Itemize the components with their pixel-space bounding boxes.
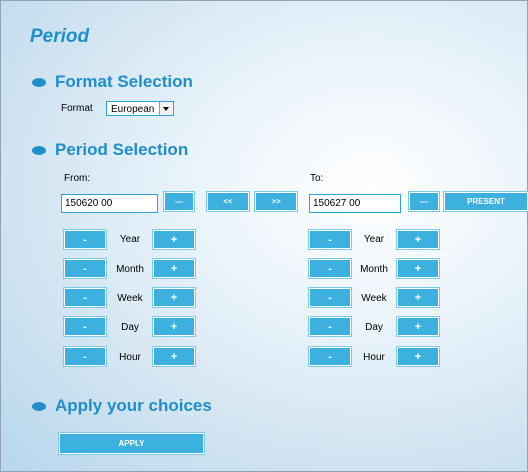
to-month-label: Month [360,264,388,275]
to-hour-minus-button[interactable]: - [309,347,351,366]
from-hour-plus-button[interactable]: + [153,347,195,366]
to-week-plus-button[interactable]: + [397,288,439,307]
to-day-minus-button[interactable]: - [309,317,351,336]
from-date-input[interactable]: 150620 00 [61,194,158,213]
to-hour-label: Hour [363,352,385,363]
to-month-plus-button[interactable]: + [397,259,439,278]
present-button[interactable]: PRESENT [444,192,528,211]
format-label: Format [61,103,93,114]
page-title: Period [30,26,90,47]
from-day-label: Day [121,322,139,333]
from-week-minus-button[interactable]: - [64,288,106,307]
format-section-title: Format Selection [55,72,193,91]
apply-button[interactable]: APPLY [59,433,204,454]
apply-section-header: Apply your choices [32,396,212,416]
to-year-plus-button[interactable]: + [397,230,439,249]
format-section-header: Format Selection [32,72,193,92]
bullet-icon [32,145,46,155]
from-month-plus-button[interactable]: + [153,259,195,278]
bullet-icon [32,401,46,411]
period-section-header: Period Selection [32,140,188,160]
from-hour-label: Hour [119,352,141,363]
next-period-button[interactable]: >> [255,192,297,211]
from-week-label: Week [117,293,143,304]
to-picker-button[interactable]: --- [409,192,439,211]
period-section-title: Period Selection [55,140,189,159]
to-week-minus-button[interactable]: - [309,288,351,307]
from-day-minus-button[interactable]: - [64,317,106,336]
to-date-input[interactable]: 150627 00 [309,194,401,213]
from-year-label: Year [119,234,141,245]
previous-period-button[interactable]: << [207,192,249,211]
format-select-value: European [111,104,155,115]
from-month-label: Month [116,264,144,275]
bullet-icon [32,77,46,87]
from-hour-minus-button[interactable]: - [64,347,106,366]
from-label: From: [64,173,91,184]
from-day-plus-button[interactable]: + [153,317,195,336]
to-week-label: Week [361,293,387,304]
dropdown-arrow-icon [159,102,173,115]
to-day-plus-button[interactable]: + [397,317,439,336]
from-week-plus-button[interactable]: + [153,288,195,307]
to-hour-plus-button[interactable]: + [397,347,439,366]
to-day-label: Day [365,322,383,333]
from-year-plus-button[interactable]: + [153,230,195,249]
format-select[interactable]: European [106,101,174,116]
to-year-label: Year [363,234,385,245]
from-month-minus-button[interactable]: - [64,259,106,278]
to-label: To: [310,173,324,184]
apply-section-title: Apply your choices [55,396,212,415]
from-picker-button[interactable]: --- [164,192,194,211]
from-year-minus-button[interactable]: - [64,230,106,249]
to-month-minus-button[interactable]: - [309,259,351,278]
to-year-minus-button[interactable]: - [309,230,351,249]
